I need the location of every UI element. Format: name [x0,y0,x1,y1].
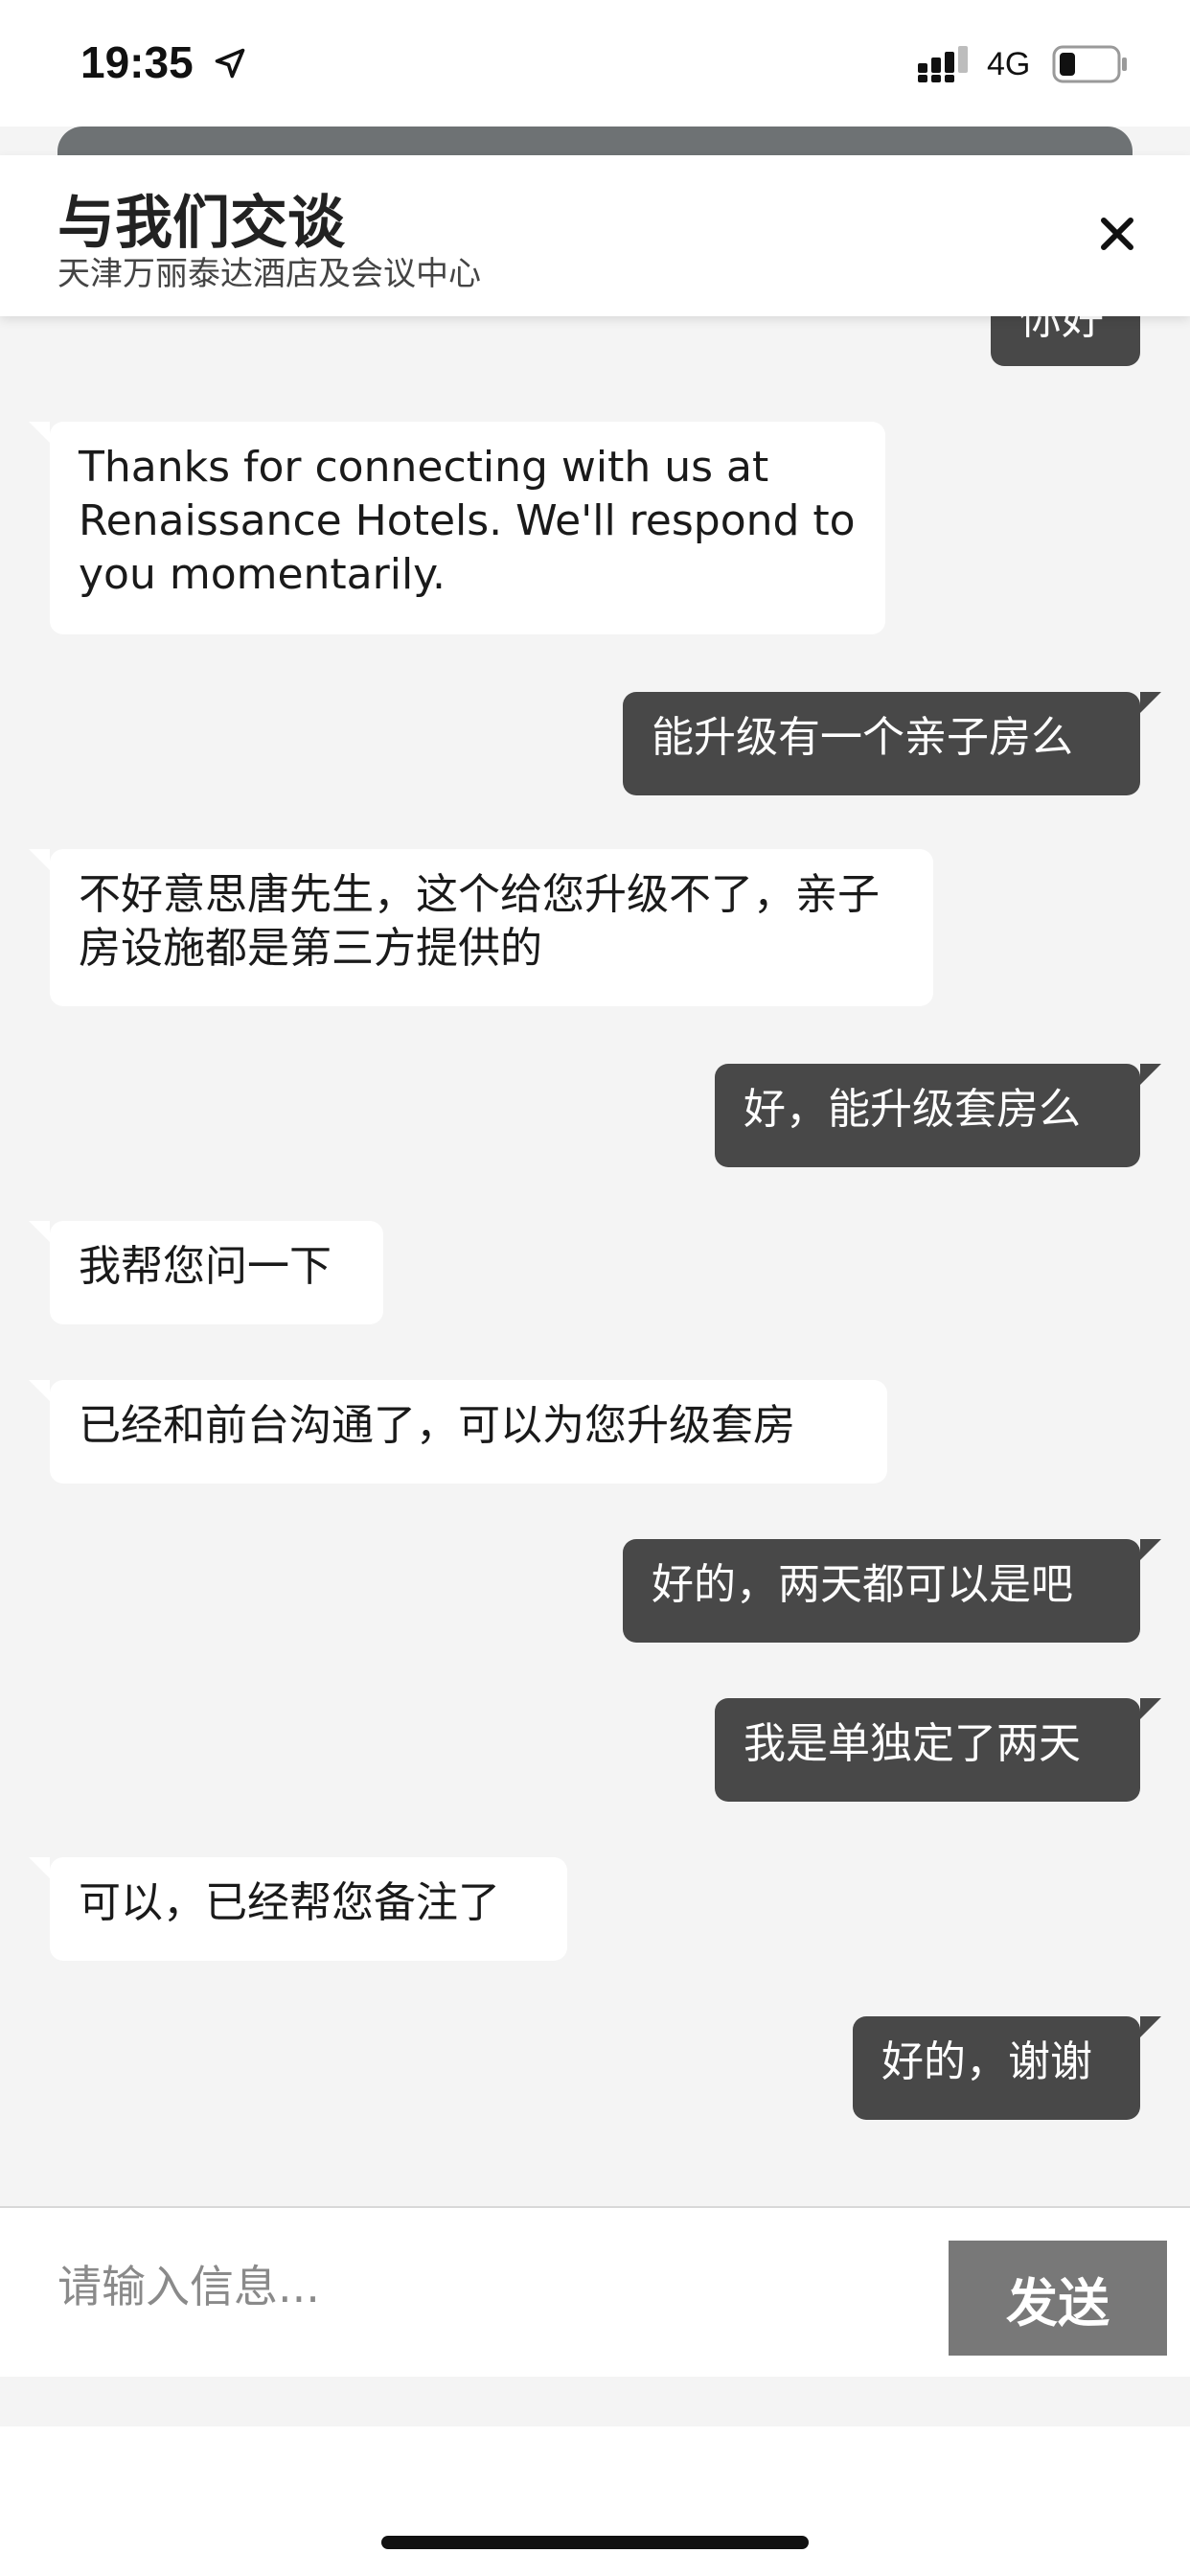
outgoing-message: 好，能升级套房么 [715,1064,1140,1167]
message-text: Thanks for connecting with us at Renaiss… [79,443,856,599]
message-text: 我帮您问一下 [79,1242,332,1291]
incoming-message: 不好意思唐先生，这个给您升级不了，亲子房设施都是第三方提供的 [50,849,933,1006]
bubble-tail [1140,692,1161,713]
outgoing-message: 能升级有一个亲子房么 [623,692,1140,795]
close-icon [1101,218,1133,250]
location-arrow-icon [215,48,245,79]
send-button[interactable]: 发送 [949,2241,1167,2356]
message-text: 好的，两天都可以是吧 [652,1560,1073,1609]
chat-header: 与我们交谈 天津万丽泰达酒店及会议中心 [0,155,1190,316]
signal-bars-icon [918,46,968,82]
message-text: 可以，已经帮您备注了 [79,1878,500,1927]
bubble-tail [29,1380,50,1401]
bubble-tail [1140,1539,1161,1560]
close-button[interactable] [1088,205,1146,263]
incoming-message: Thanks for connecting with us at Renaiss… [50,422,885,634]
message-text: 已经和前台沟通了，可以为您升级套房 [79,1401,795,1450]
message-text: 好，能升级套房么 [744,1085,1081,1134]
bubble-tail [1140,1064,1161,1085]
bubble-tail [1140,1698,1161,1719]
message-text: 好的，谢谢 [881,2037,1092,2086]
message-text: 我是单独定了两天 [744,1719,1081,1768]
status-time: 19:35 [80,37,194,87]
outgoing-message: 好的，两天都可以是吧 [623,1539,1140,1643]
outgoing-message: 你好 [991,316,1140,366]
bubble-tail [29,422,50,443]
bottom-safe-area [0,2426,1190,2576]
bubble-tail [29,1221,50,1242]
battery-icon [1052,45,1127,83]
bottom-spacer [0,2377,1190,2426]
network-type: 4G [987,46,1031,82]
outgoing-message: 我是单独定了两天 [715,1698,1140,1802]
outgoing-message: 好的，谢谢 [853,2016,1140,2120]
status-bar: 19:35 4G [0,0,1190,126]
incoming-message: 已经和前台沟通了，可以为您升级套房 [50,1380,887,1484]
hotel-name: 天津万丽泰达酒店及会议中心 [57,255,481,293]
incoming-message: 可以，已经帮您备注了 [50,1857,567,1961]
bubble-tail [29,849,50,870]
message-composer: 发送 [0,2206,1190,2377]
home-indicator[interactable] [381,2536,809,2549]
message-text: 你好 [1019,316,1104,344]
message-text: 能升级有一个亲子房么 [652,713,1073,762]
message-input[interactable] [29,2229,929,2344]
message-text: 不好意思唐先生，这个给您升级不了，亲子房设施都是第三方提供的 [79,870,880,973]
incoming-message: 我帮您问一下 [50,1221,383,1324]
bubble-tail [1140,2016,1161,2037]
bubble-tail [29,1857,50,1878]
chat-messages[interactable]: 你好 Thanks for connecting with us at Rena… [0,316,1190,2206]
